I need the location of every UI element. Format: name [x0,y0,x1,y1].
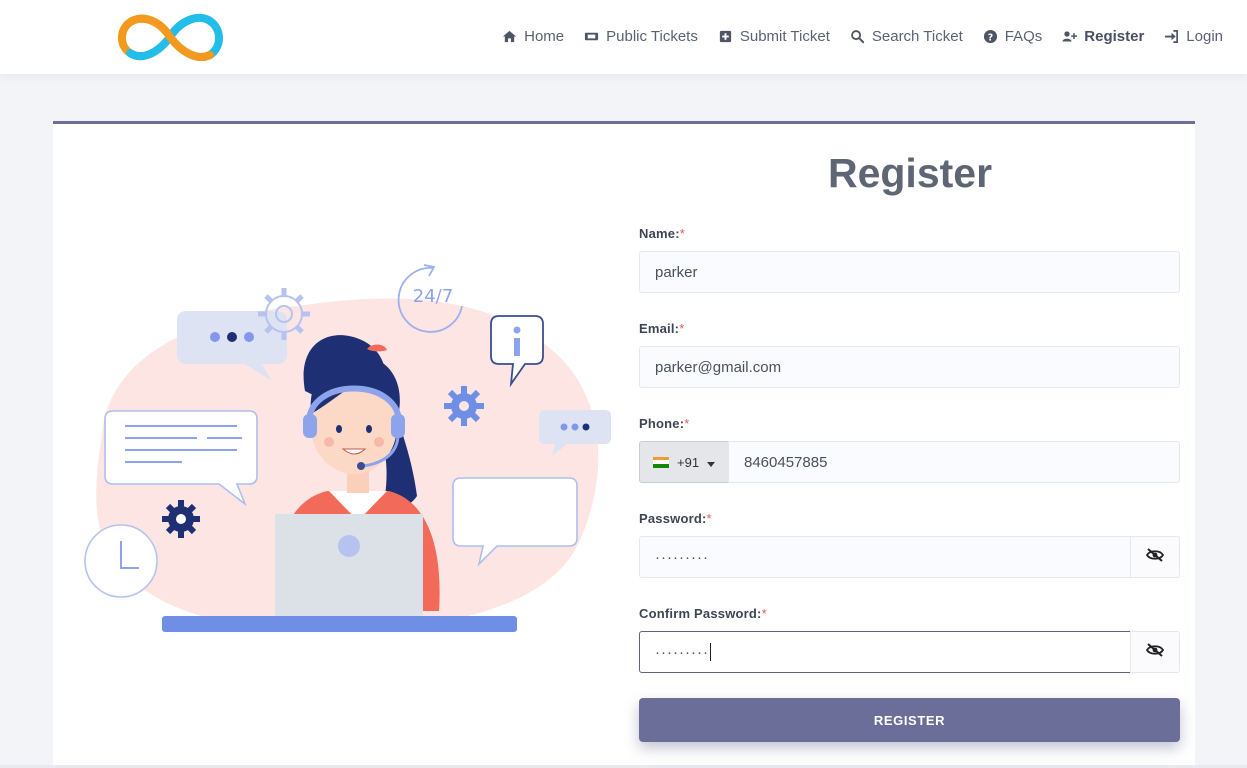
question-circle-icon: ? [983,29,998,44]
email-label-text: Email: [639,321,680,336]
main-nav: Home Public Tickets Submit Ticket Search… [502,0,1223,72]
password-label-text: Password: [639,511,707,526]
nav-public-tickets[interactable]: Public Tickets [584,28,698,45]
email-label: Email:* [639,321,684,336]
nav-submit-ticket-label: Submit Ticket [739,27,830,45]
name-input-value: parker [655,263,698,281]
phone-label: Phone:* [639,416,690,431]
country-code-value: +91 [677,454,700,470]
email-input[interactable]: parker@gmail.com [639,346,1180,388]
eye-slash-icon [1145,642,1165,662]
nav-home-label: Home [524,27,565,45]
gear-blue-icon [444,386,484,426]
name-label: Name:* [639,226,685,241]
email-input-value: parker@gmail.com [655,358,782,376]
nav-faqs[interactable]: ? FAQs [983,27,1043,45]
plus-square-icon [718,29,733,44]
top-navbar: Home Public Tickets Submit Ticket Search… [0,0,1247,74]
required-mark: * [679,226,686,241]
country-code-dropdown[interactable]: +91 [639,441,729,483]
nav-submit-ticket[interactable]: Submit Ticket [718,28,830,45]
name-label-text: Name: [639,226,680,241]
phone-input[interactable]: 8460457885 [728,441,1180,483]
required-mark: * [761,606,767,621]
password-input-value: ········· [655,548,709,566]
sign-in-icon [1164,29,1179,44]
phone-label-text: Phone: [639,416,685,431]
ticket-icon [584,29,599,44]
nav-login[interactable]: Login [1164,28,1223,45]
home-icon [502,29,517,44]
password-input[interactable]: ········· [639,536,1131,578]
register-button-label: REGISTER [873,712,946,728]
confirm-password-visibility-toggle[interactable] [1130,631,1180,673]
page-title: Register [827,150,993,196]
confirm-password-input-value: ········· [655,643,709,661]
confirm-password-input[interactable]: ········· [639,631,1131,673]
search-icon [850,29,865,44]
nav-register-label: Register [1084,27,1145,45]
confirm-password-label-text: Confirm Password: [639,606,762,621]
confirm-password-label: Confirm Password:* [639,606,767,621]
infinity-logo[interactable] [114,9,226,65]
nav-login-label: Login [1186,27,1223,45]
eye-slash-icon [1145,547,1165,567]
required-mark: * [706,511,712,526]
user-plus-icon [1062,29,1078,44]
support-agent-illustration: 24/7 [67,246,627,641]
name-input[interactable]: parker [639,251,1180,293]
text-cursor [709,643,711,661]
svg-text:?: ? [988,32,993,43]
password-label: Password:* [639,511,712,526]
required-mark: * [684,416,690,431]
nav-register[interactable]: Register [1062,28,1144,45]
password-visibility-toggle[interactable] [1130,536,1180,578]
badge-24-7-text: 24/7 [413,286,453,307]
register-button[interactable]: REGISTER [639,698,1180,742]
nav-public-tickets-label: Public Tickets [606,27,698,45]
chevron-down-icon [707,455,716,470]
required-mark: * [679,321,685,336]
nav-home[interactable]: Home [502,28,564,45]
india-flag-icon [653,456,669,468]
nav-search-ticket-label: Search Ticket [871,27,963,45]
nav-faqs-label: FAQs [1004,27,1043,45]
register-card: 24/7 Register Name:* parker Email:* park… [53,121,1195,768]
phone-input-value: 8460457885 [744,453,828,471]
nav-search-ticket[interactable]: Search Ticket [850,28,963,45]
